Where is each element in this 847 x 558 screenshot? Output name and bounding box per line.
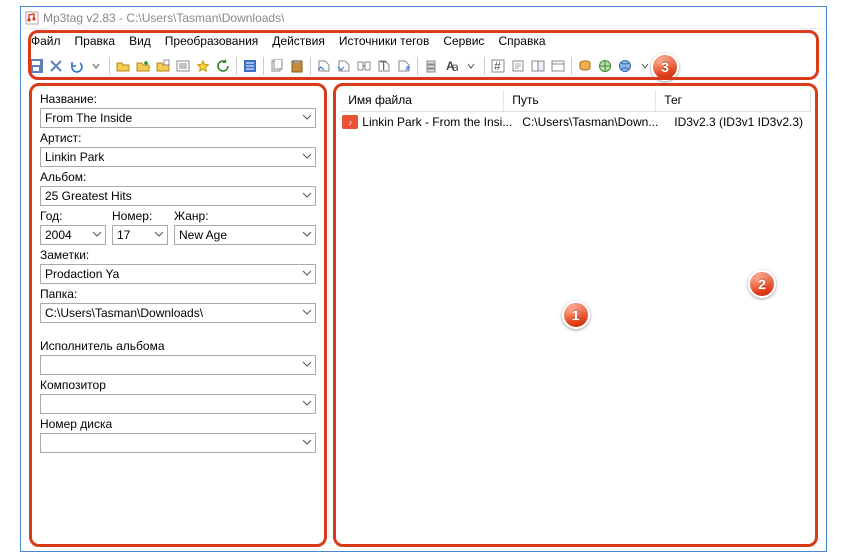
undo-icon[interactable]: [67, 57, 85, 75]
window-title: Mp3tag v2.83 - C:\Users\Tasman\Downloads…: [43, 11, 284, 25]
text-to-tag-icon[interactable]: T: [375, 57, 393, 75]
list-header: Имя файла Путь Тег: [340, 90, 811, 112]
actions-icon[interactable]: Aa: [442, 57, 460, 75]
folder-open-icon[interactable]: [114, 57, 132, 75]
menu-actions[interactable]: Действия: [272, 34, 325, 48]
title-field[interactable]: [40, 108, 316, 128]
save-icon[interactable]: [27, 57, 45, 75]
col-filename[interactable]: Имя файла: [340, 90, 504, 111]
refresh-icon[interactable]: [214, 57, 232, 75]
tag-panel: Название: Артист: Альбом: Год: Номер: Жа…: [29, 83, 327, 547]
year-field[interactable]: [40, 225, 106, 245]
disc-field[interactable]: [40, 433, 316, 453]
cell-path: C:\Users\Tasman\Down...: [522, 115, 674, 129]
svg-text:T: T: [380, 59, 388, 73]
tag-to-text-icon[interactable]: [395, 57, 413, 75]
folder-field[interactable]: [40, 303, 316, 323]
cell-filename: Linkin Park - From the Insi...: [362, 115, 522, 129]
label-year: Год:: [40, 209, 106, 223]
label-composer: Композитор: [40, 378, 316, 392]
composer-field[interactable]: [40, 394, 316, 414]
folder-list-icon[interactable]: [154, 57, 172, 75]
menu-convert[interactable]: Преобразования: [165, 34, 259, 48]
number-tracks-icon[interactable]: #: [489, 57, 507, 75]
menu-help[interactable]: Справка: [498, 34, 545, 48]
extended-tags-icon[interactable]: [529, 57, 547, 75]
file-list-panel: Имя файла Путь Тег ♪ Linkin Park - From …: [333, 83, 818, 547]
menu-view[interactable]: Вид: [129, 34, 151, 48]
label-genre: Жанр:: [174, 209, 316, 223]
playlist-icon[interactable]: [174, 57, 192, 75]
dropdown-arrow-icon[interactable]: [462, 57, 480, 75]
annotation-badge-1: 1: [562, 301, 590, 329]
menu-service[interactable]: Сервис: [443, 34, 484, 48]
separator: [109, 57, 110, 75]
copy-icon[interactable]: [268, 57, 286, 75]
separator: [417, 57, 418, 75]
find-icon[interactable]: [509, 57, 527, 75]
cell-tag: ID3v2.3 (ID3v1 ID3v2.3): [674, 115, 811, 129]
paste-icon[interactable]: [288, 57, 306, 75]
separator: [310, 57, 311, 75]
tag-from-file-icon[interactable]: [315, 57, 333, 75]
albumartist-field[interactable]: [40, 355, 316, 375]
freedb-icon[interactable]: [576, 57, 594, 75]
label-disc: Номер диска: [40, 417, 316, 431]
properties-icon[interactable]: [549, 57, 567, 75]
track-field[interactable]: [112, 225, 168, 245]
label-artist: Артист:: [40, 131, 316, 145]
folder-add-icon[interactable]: [134, 57, 152, 75]
genre-field[interactable]: [174, 225, 316, 245]
favorites-icon[interactable]: [194, 57, 212, 75]
separator: [263, 57, 264, 75]
actions-quick-icon[interactable]: [422, 57, 440, 75]
titlebar: Mp3tag v2.83 - C:\Users\Tasman\Downloads…: [21, 7, 826, 29]
file-from-tag-icon[interactable]: [335, 57, 353, 75]
label-track: Номер:: [112, 209, 168, 223]
tag-to-tag-icon[interactable]: [355, 57, 373, 75]
col-tag[interactable]: Тег: [656, 90, 811, 111]
label-comment: Заметки:: [40, 248, 316, 262]
separator: [571, 57, 572, 75]
label-albumartist: Исполнитель альбома: [40, 339, 316, 353]
menu-edit[interactable]: Правка: [75, 34, 116, 48]
label-folder: Папка:: [40, 287, 316, 301]
menu-file[interactable]: Файл: [31, 34, 61, 48]
album-field[interactable]: [40, 186, 316, 206]
comment-field[interactable]: [40, 264, 316, 284]
globe-icon[interactable]: [616, 57, 634, 75]
audio-file-icon: ♪: [342, 115, 358, 129]
separator: [484, 57, 485, 75]
label-album: Альбом:: [40, 170, 316, 184]
delete-icon[interactable]: [47, 57, 65, 75]
menu-sources[interactable]: Источники тегов: [339, 34, 429, 48]
artist-field[interactable]: [40, 147, 316, 167]
file-row[interactable]: ♪ Linkin Park - From the Insi... C:\User…: [340, 112, 811, 132]
menubar: Файл Правка Вид Преобразования Действия …: [21, 29, 826, 53]
app-icon: [25, 11, 39, 25]
app-window: Mp3tag v2.83 - C:\Users\Tasman\Downloads…: [20, 6, 827, 552]
websource-icon[interactable]: [596, 57, 614, 75]
svg-text:a: a: [452, 60, 458, 73]
annotation-badge-3: 3: [651, 53, 679, 81]
dropdown-arrow-icon[interactable]: [87, 57, 105, 75]
svg-text:#: #: [494, 59, 501, 73]
select-all-icon[interactable]: [241, 57, 259, 75]
col-path[interactable]: Путь: [504, 90, 656, 111]
label-title: Название:: [40, 92, 316, 106]
toolbar: T Aa #: [21, 53, 826, 79]
separator: [236, 57, 237, 75]
